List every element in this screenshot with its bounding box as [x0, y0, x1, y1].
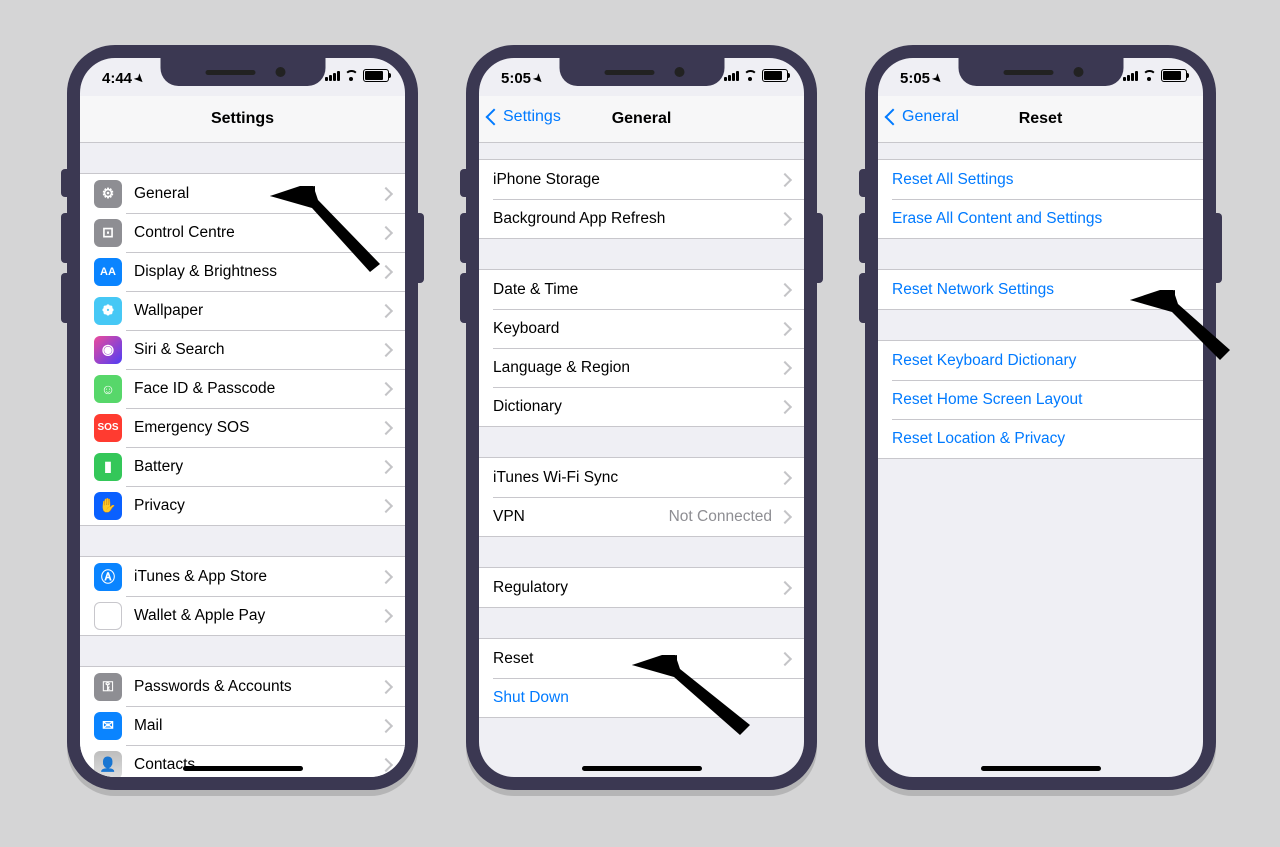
vpn-status: Not Connected: [669, 508, 772, 526]
annotation-arrow-3: [1130, 290, 1250, 380]
location-icon: ➤: [530, 71, 546, 87]
chevron-right-icon: [379, 608, 393, 622]
row-mail[interactable]: ✉Mail: [80, 706, 405, 745]
chevron-right-icon: [778, 360, 792, 374]
chevron-right-icon: [778, 651, 792, 665]
mail-icon: ✉: [94, 712, 122, 740]
chevron-right-icon: [778, 211, 792, 225]
chevron-right-icon: [379, 459, 393, 473]
phone-frame-3: 5:05➤ General Reset Reset All Settings E…: [865, 45, 1216, 790]
chevron-right-icon: [379, 303, 393, 317]
faceid-icon: ☺: [94, 375, 122, 403]
signal-icon: [325, 71, 340, 81]
sos-icon: SOS: [94, 414, 122, 442]
row-itunes-wifi-sync[interactable]: iTunes Wi-Fi Sync: [479, 458, 804, 497]
row-iphone-storage[interactable]: iPhone Storage: [479, 160, 804, 199]
chevron-right-icon: [778, 509, 792, 523]
tutorial-image: { "status":{"time1":"4:44","time2":"5:05…: [0, 0, 1280, 847]
row-privacy[interactable]: ✋Privacy: [80, 486, 405, 525]
status-time: 5:05: [501, 70, 531, 87]
status-time: 5:05: [900, 70, 930, 87]
row-reset-home-layout[interactable]: Reset Home Screen Layout: [878, 380, 1203, 419]
row-itunes[interactable]: ⒶiTunes & App Store: [80, 557, 405, 596]
chevron-right-icon: [379, 569, 393, 583]
wifi-icon: [743, 70, 758, 82]
status-time: 4:44: [102, 70, 132, 87]
row-vpn[interactable]: VPNNot Connected: [479, 497, 804, 536]
wallet-icon: 🗂: [94, 602, 122, 630]
battery-icon: [1161, 69, 1187, 82]
row-bg-refresh[interactable]: Background App Refresh: [479, 199, 804, 238]
home-indicator[interactable]: [981, 766, 1101, 771]
chevron-right-icon: [778, 580, 792, 594]
page-title: Settings: [80, 110, 405, 128]
row-battery[interactable]: ▮Battery: [80, 447, 405, 486]
battery-icon: [363, 69, 389, 82]
annotation-arrow-1: [270, 186, 410, 286]
wifi-icon: [1142, 70, 1157, 82]
notch: [559, 58, 724, 86]
row-date-time[interactable]: Date & Time: [479, 270, 804, 309]
screen-settings: 4:44➤ Settings ⚙General ⊡Control Centre …: [80, 58, 405, 777]
location-icon: ➤: [929, 71, 945, 87]
settings-group-3: ⚿Passwords & Accounts ✉Mail 👤Contacts: [80, 666, 405, 777]
toggles-icon: ⊡: [94, 219, 122, 247]
page-title: General: [479, 110, 804, 128]
nav-header: Settings General: [479, 96, 804, 143]
notch: [958, 58, 1123, 86]
row-language-region[interactable]: Language & Region: [479, 348, 804, 387]
contacts-icon: 👤: [94, 751, 122, 778]
siri-icon: ◉: [94, 336, 122, 364]
chevron-right-icon: [778, 172, 792, 186]
row-passwords[interactable]: ⚿Passwords & Accounts: [80, 667, 405, 706]
page-title: Reset: [878, 110, 1203, 128]
home-indicator[interactable]: [582, 766, 702, 771]
signal-icon: [724, 71, 739, 81]
chevron-right-icon: [778, 282, 792, 296]
display-icon: AA: [94, 258, 122, 286]
row-reset-location-privacy[interactable]: Reset Location & Privacy: [878, 419, 1203, 458]
chevron-right-icon: [778, 399, 792, 413]
annotation-arrow-2: [632, 655, 772, 755]
location-icon: ➤: [131, 71, 147, 87]
home-indicator[interactable]: [183, 766, 303, 771]
chevron-right-icon: [379, 342, 393, 356]
row-faceid[interactable]: ☺Face ID & Passcode: [80, 369, 405, 408]
appstore-icon: Ⓐ: [94, 563, 122, 591]
settings-group-2: ⒶiTunes & App Store 🗂Wallet & Apple Pay: [80, 556, 405, 636]
signal-icon: [1123, 71, 1138, 81]
row-dictionary[interactable]: Dictionary: [479, 387, 804, 426]
wifi-icon: [344, 70, 359, 82]
chevron-right-icon: [379, 718, 393, 732]
row-erase-all[interactable]: Erase All Content and Settings: [878, 199, 1203, 238]
row-contacts[interactable]: 👤Contacts: [80, 745, 405, 777]
row-wallpaper[interactable]: ❁Wallpaper: [80, 291, 405, 330]
hand-icon: ✋: [94, 492, 122, 520]
row-wallet[interactable]: 🗂Wallet & Apple Pay: [80, 596, 405, 635]
row-siri[interactable]: ◉Siri & Search: [80, 330, 405, 369]
chevron-right-icon: [379, 420, 393, 434]
key-icon: ⚿: [94, 673, 122, 701]
row-sos[interactable]: SOSEmergency SOS: [80, 408, 405, 447]
row-keyboard[interactable]: Keyboard: [479, 309, 804, 348]
chevron-right-icon: [379, 381, 393, 395]
gear-icon: ⚙: [94, 180, 122, 208]
chevron-right-icon: [778, 470, 792, 484]
phone-frame-1: 4:44➤ Settings ⚙General ⊡Control Centre …: [67, 45, 418, 790]
wallpaper-icon: ❁: [94, 297, 122, 325]
row-regulatory[interactable]: Regulatory: [479, 568, 804, 607]
battery-row-icon: ▮: [94, 453, 122, 481]
nav-header: General Reset: [878, 96, 1203, 143]
chevron-right-icon: [778, 321, 792, 335]
chevron-right-icon: [379, 679, 393, 693]
row-reset-all[interactable]: Reset All Settings: [878, 160, 1203, 199]
notch: [160, 58, 325, 86]
nav-header: Settings: [80, 96, 405, 143]
chevron-right-icon: [379, 757, 393, 771]
screen-reset: 5:05➤ General Reset Reset All Settings E…: [878, 58, 1203, 777]
battery-icon: [762, 69, 788, 82]
chevron-right-icon: [379, 498, 393, 512]
